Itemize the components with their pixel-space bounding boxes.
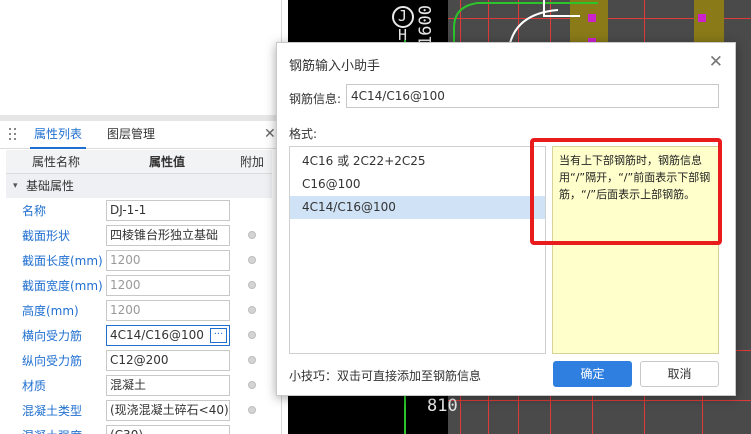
property-name: 高度(mm) bbox=[22, 304, 79, 318]
property-value-field[interactable]: (现浇混凝土碎石<40) bbox=[106, 400, 230, 421]
property-name: 材质 bbox=[22, 379, 47, 393]
group-label: 基础属性 bbox=[26, 179, 75, 193]
property-value: 混凝土 bbox=[110, 378, 147, 392]
format-list-item[interactable]: 4C16 或 2C22+2C25 bbox=[290, 150, 545, 173]
property-name: 纵向受力筋 bbox=[22, 354, 83, 368]
column-block bbox=[694, 0, 724, 46]
attach-radio[interactable] bbox=[248, 306, 256, 314]
header-name: 属性名称 bbox=[32, 155, 81, 169]
highlight-annotation bbox=[530, 138, 722, 245]
rebar-input-dialog: 钢筋输入小助手 ✕ 钢筋信息: 格式: 4C16 或 2C22+2C25C16@… bbox=[276, 42, 736, 396]
property-row[interactable]: 名称 DJ-1-1 bbox=[6, 198, 272, 223]
drawing-tree-area bbox=[0, 0, 282, 115]
format-label: 格式: bbox=[289, 127, 318, 141]
attach-radio[interactable] bbox=[248, 231, 256, 239]
dialog-title: 钢筋输入小助手 bbox=[289, 59, 381, 74]
property-name: 截面形状 bbox=[22, 229, 71, 243]
rebar-info-label: 钢筋信息: bbox=[289, 92, 342, 106]
property-row[interactable]: 材质 混凝土 bbox=[6, 373, 272, 398]
property-value-field[interactable]: 4C14/C16@100 ··· bbox=[106, 325, 230, 346]
property-name: 横向受力筋 bbox=[22, 329, 83, 343]
cancel-button[interactable]: 取消 bbox=[640, 361, 719, 387]
property-value-field[interactable]: DJ-1-1 bbox=[106, 200, 230, 221]
dimension-text-top: 1600 bbox=[416, 5, 436, 46]
attach-radio[interactable] bbox=[248, 331, 256, 339]
property-value: 1200 bbox=[110, 303, 141, 317]
property-row[interactable]: 混凝土强度 (C30) bbox=[6, 423, 272, 434]
axis-label-j: J bbox=[398, 7, 408, 25]
property-table-header: 属性名称 属性值 附加 bbox=[6, 150, 272, 174]
property-name: 截面宽度(mm) bbox=[22, 279, 103, 293]
property-row[interactable]: 纵向受力筋 C12@200 bbox=[6, 348, 272, 373]
panel-tabs: 属性列表 图层管理 ✕ bbox=[0, 121, 281, 149]
format-list[interactable]: 4C16 或 2C22+2C25 C16@100 4C14/C16@100 bbox=[289, 146, 546, 354]
attach-radio[interactable] bbox=[248, 406, 256, 414]
format-list-item[interactable]: 4C14/C16@100 bbox=[290, 196, 545, 219]
property-value: (现浇混凝土碎石<40) bbox=[110, 403, 229, 417]
property-value-field[interactable]: 混凝土 bbox=[106, 375, 230, 396]
property-value-field[interactable]: 四棱锥台形独立基础 bbox=[106, 225, 230, 246]
more-options-icon[interactable]: ··· bbox=[210, 328, 227, 343]
attach-radio[interactable] bbox=[248, 281, 256, 289]
property-value-field[interactable]: 1200 bbox=[106, 250, 230, 271]
property-name: 名称 bbox=[22, 204, 47, 218]
grid-line bbox=[448, 400, 751, 401]
grid-node bbox=[698, 14, 706, 22]
attach-radio[interactable] bbox=[248, 381, 256, 389]
property-value: C12@200 bbox=[110, 353, 169, 367]
format-list-item[interactable]: C16@100 bbox=[290, 173, 545, 196]
property-value-field[interactable]: (C30) bbox=[106, 425, 230, 434]
property-name: 混凝土强度 bbox=[22, 427, 82, 434]
group-basic-properties[interactable]: ▾ 基础属性 bbox=[6, 174, 272, 198]
tab-layer-manager[interactable]: 图层管理 bbox=[107, 121, 155, 149]
attach-radio[interactable] bbox=[248, 256, 256, 264]
property-value-field[interactable]: 1200 bbox=[106, 300, 230, 321]
attach-radio[interactable] bbox=[248, 356, 256, 364]
property-panel: 属性列表 图层管理 ✕ 属性名称 属性值 附加 ▾ 基础属性 名称 DJ-1-1 截… bbox=[0, 121, 282, 434]
property-name: 截面长度(mm) bbox=[22, 254, 103, 268]
ok-button[interactable]: 确定 bbox=[553, 361, 632, 387]
dimension-text-bottom: 810 bbox=[427, 396, 458, 416]
property-row[interactable]: 截面长度(mm) 1200 bbox=[6, 248, 272, 273]
close-icon[interactable]: ✕ bbox=[709, 52, 723, 72]
property-row[interactable]: 高度(mm) 1200 bbox=[6, 298, 272, 323]
property-value: 1200 bbox=[110, 278, 141, 292]
header-extra: 附加 bbox=[240, 155, 265, 169]
tip-text: 小技巧：双击可直接添加至钢筋信息 bbox=[289, 369, 482, 383]
property-value-field[interactable]: 1200 bbox=[106, 275, 230, 296]
property-value: (C30) bbox=[110, 428, 143, 434]
drag-handle-icon[interactable] bbox=[9, 128, 17, 142]
property-row[interactable]: 截面形状 四棱锥台形独立基础 bbox=[6, 223, 272, 248]
property-row[interactable]: 混凝土类型 (现浇混凝土碎石<40) bbox=[6, 398, 272, 423]
property-value-field[interactable]: C12@200 bbox=[106, 350, 230, 371]
property-value: DJ-1-1 bbox=[110, 203, 147, 217]
close-icon[interactable]: ✕ bbox=[264, 126, 276, 142]
property-name: 混凝土类型 bbox=[22, 404, 83, 418]
property-row[interactable]: 横向受力筋 4C14/C16@100 ··· bbox=[6, 323, 272, 348]
tab-property-list[interactable]: 属性列表 bbox=[30, 121, 87, 149]
property-value: 4C14/C16@100 bbox=[110, 328, 204, 342]
property-value: 1200 bbox=[110, 253, 141, 267]
rebar-info-input[interactable] bbox=[346, 84, 719, 108]
collapse-triangle-icon[interactable]: ▾ bbox=[13, 174, 18, 198]
header-value: 属性值 bbox=[149, 155, 186, 169]
property-value: 四棱锥台形独立基础 bbox=[110, 228, 219, 242]
property-row[interactable]: 截面宽度(mm) 1200 bbox=[6, 273, 272, 298]
